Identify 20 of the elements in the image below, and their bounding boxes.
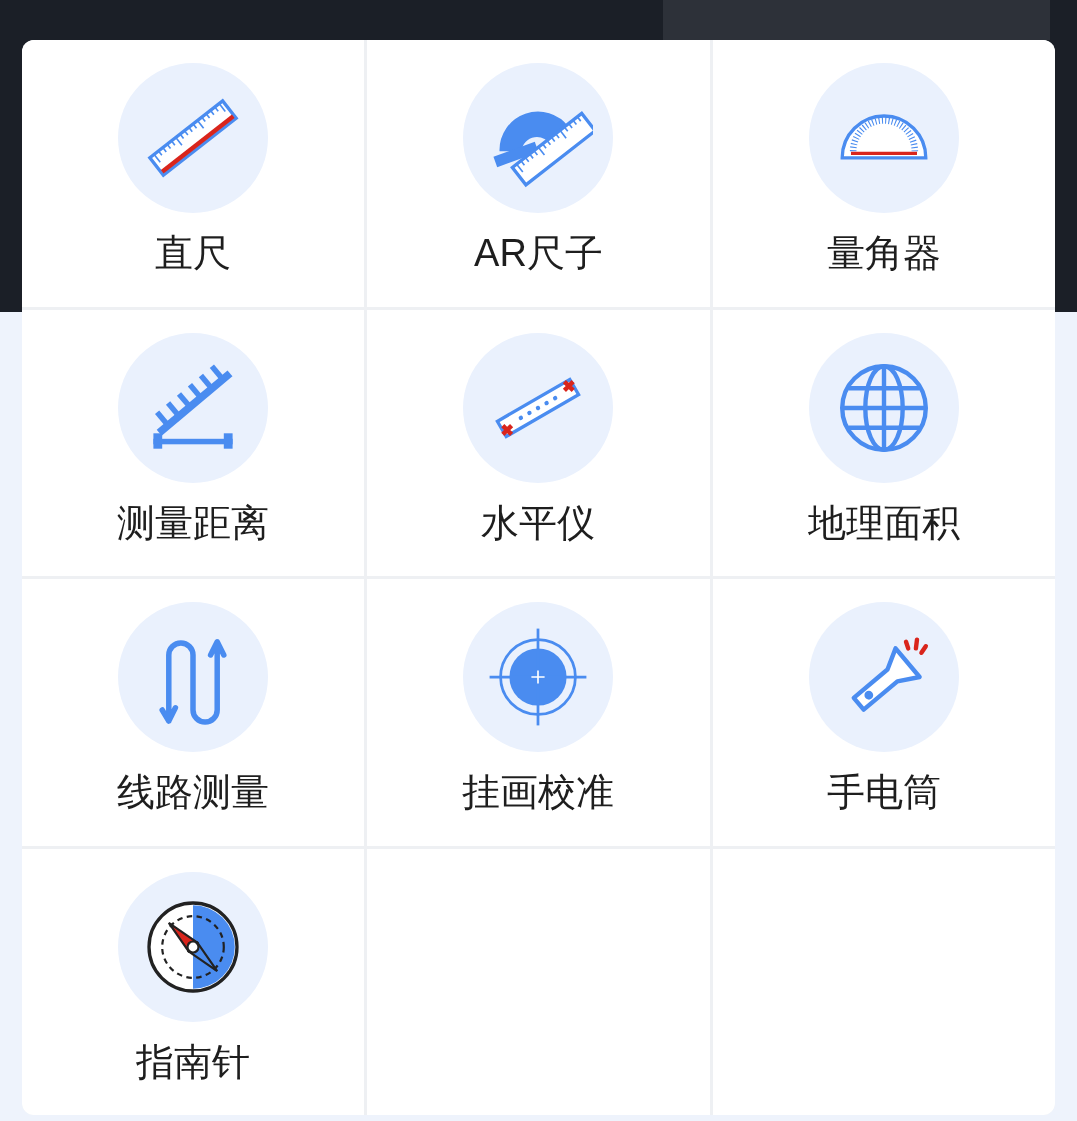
- tool-label: 量角器: [826, 231, 941, 276]
- tool-tile[interactable]: AR尺子: [367, 40, 710, 307]
- tool-label: 线路测量: [117, 770, 270, 815]
- tool-tile[interactable]: 量角器: [712, 40, 1055, 307]
- tool-tile[interactable]: 指南针: [22, 848, 365, 1115]
- tool-tile[interactable]: 直尺: [22, 40, 365, 307]
- tool-label: 直尺: [155, 231, 232, 276]
- tool-label: 手电筒: [826, 770, 941, 815]
- tool-tile[interactable]: 测量距离: [22, 309, 365, 576]
- tool-label: 挂画校准: [462, 770, 615, 815]
- tool-label: 水平仪: [481, 500, 596, 546]
- tool-label: 地理面积: [807, 500, 960, 546]
- tool-tile[interactable]: 挂画校准: [367, 579, 710, 846]
- tool-tile[interactable]: 地理面积: [712, 309, 1055, 576]
- tool-label: AR尺子: [474, 231, 603, 276]
- tool-label: 测量距离: [117, 500, 270, 546]
- tool-tile[interactable]: 线路测量: [22, 579, 365, 846]
- tool-tile[interactable]: 手电筒: [712, 579, 1055, 846]
- tool-tile[interactable]: 水平仪: [367, 309, 710, 576]
- tool-label: 指南针: [136, 1039, 251, 1085]
